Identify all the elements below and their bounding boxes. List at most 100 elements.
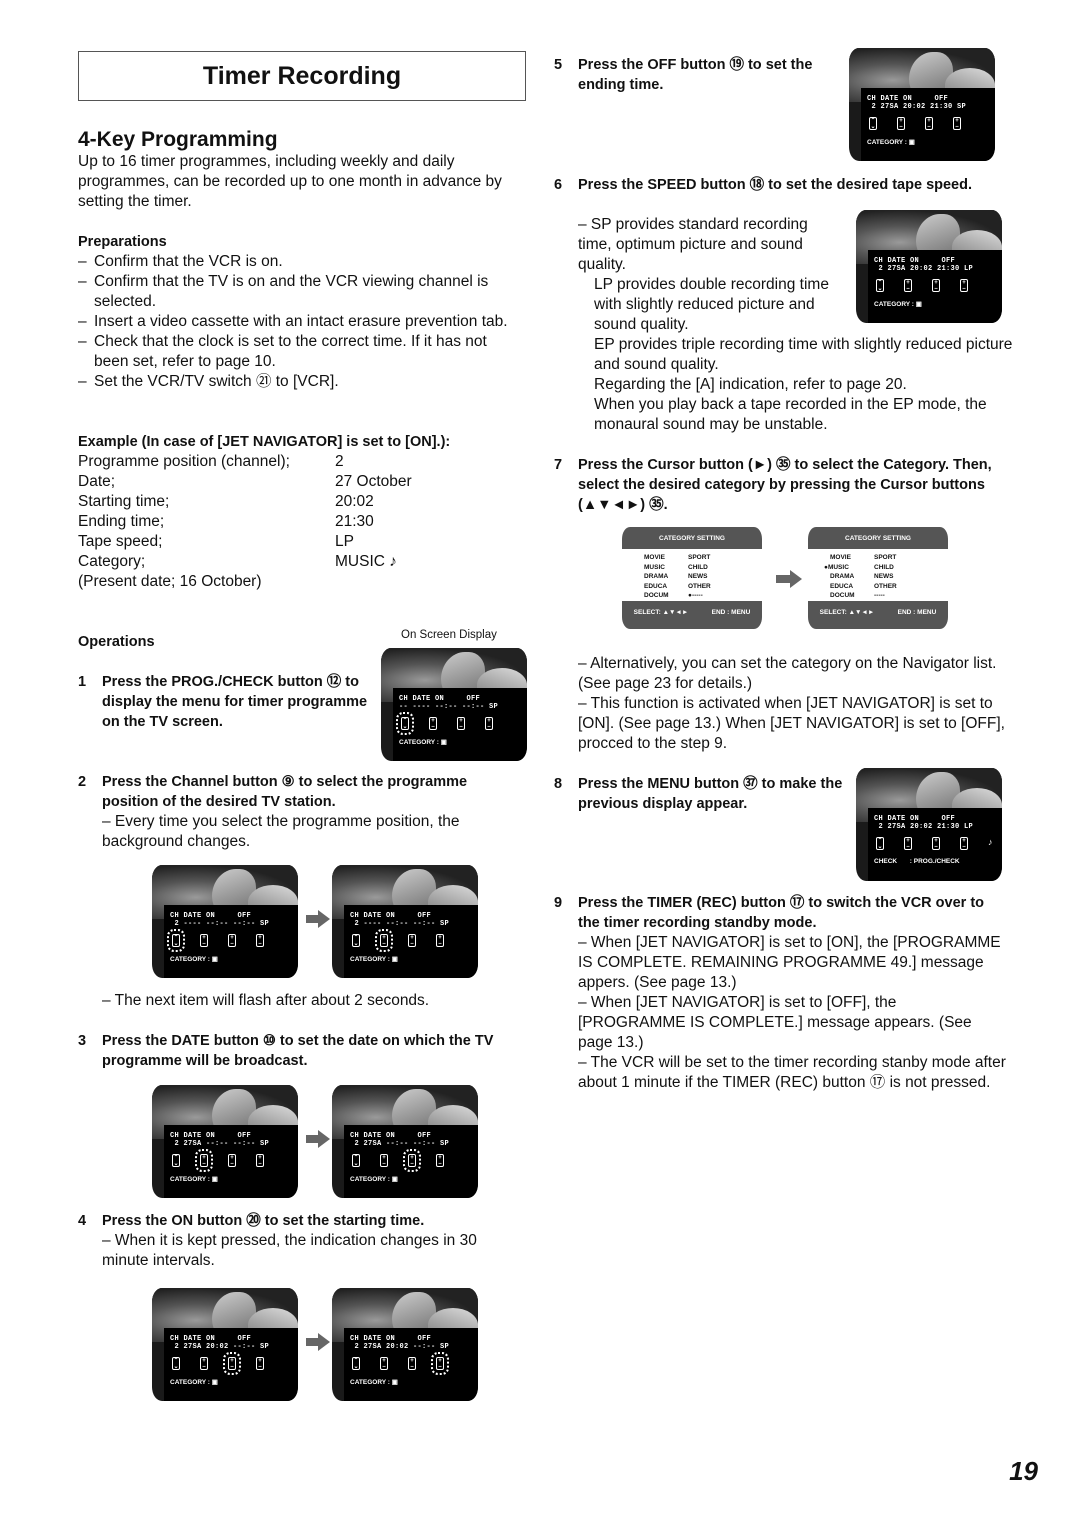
tv-screen-s2a: CH DATE ON OFF 2 ---- --:-- --:-- SP ⌃ ⌄ +… — [152, 865, 298, 978]
arrow-right-icon — [306, 1333, 330, 1351]
category-icon: ▣ — [211, 1379, 218, 1386]
plus-minus-key-icon: + – — [408, 934, 416, 947]
step-6-a: Regarding the [A] indication, refer to p… — [594, 376, 907, 393]
step-2-note-2: – The next item will flash after about 2… — [102, 992, 430, 1009]
step-6-ep: EP provides triple recording time with s… — [594, 336, 1013, 373]
category-item: CHILD — [688, 563, 708, 571]
category-item: DOCUM — [830, 592, 855, 600]
step-text: Press the OFF button ⑲ to set the ending… — [578, 57, 813, 93]
category-item: ----- — [874, 592, 885, 600]
tv-screen-s4b: CH DATE ON OFF 2 27SA 20:02 --:-- SP ⌃ ⌄ +… — [332, 1288, 478, 1401]
end-label: END : MENU — [711, 609, 751, 616]
tv-screen-s3b: CH DATE ON OFF 2 27SA --:-- --:-- SP ⌃ ⌄ +… — [332, 1085, 478, 1198]
category-grid: MOVIE SPORT ●MUSIC CHILD DRAMA NEWS EDUCA OT… — [808, 549, 948, 601]
step-number: 9 — [554, 895, 563, 911]
step-text: Press the Cursor button (►) ㉟ to select … — [578, 457, 992, 513]
category-item: MUSIC — [644, 563, 665, 571]
channel-key-icon: ⌃ ⌄ — [352, 1357, 360, 1370]
plus-minus-key-icon: + – — [904, 837, 912, 850]
step-number: 7 — [554, 457, 563, 473]
arrow-right-icon — [306, 1130, 330, 1148]
category-item: CHILD — [874, 563, 894, 571]
category-label: CATEGORY : — [170, 1379, 210, 1386]
category-item: MOVIE — [644, 554, 665, 561]
osd-values: 2 27SA 20:02 21:30 SP — [867, 103, 967, 111]
preparations-heading: Preparations — [78, 234, 167, 250]
plus-minus-key-icon: + – — [932, 279, 940, 292]
category-item-selected: ●MUSIC — [824, 563, 849, 571]
plus-minus-key-icon: + – — [431, 1352, 449, 1375]
example-key: Tape speed; — [78, 533, 163, 550]
osd-header: CH DATE ON OFF — [350, 1335, 432, 1343]
category-item: SPORT — [688, 554, 711, 561]
category-item: OTHER — [688, 582, 711, 590]
osd-footer: CATEGORY : ▣ — [399, 738, 527, 746]
example-value: 27 October — [335, 473, 412, 490]
list-item: – Set the VCR/TV switch ㉑ to [VCR]. — [78, 373, 339, 390]
arrow-right-icon — [776, 570, 802, 588]
item-text: Confirm that the VCR is on. — [94, 253, 283, 270]
step-text: Press the TIMER (REC) button ⑰ to switch… — [578, 895, 985, 931]
step-6-mono: When you play back a tape recorded in th… — [594, 396, 987, 433]
plus-minus-key-icon: + – — [932, 837, 940, 850]
category-label: CATEGORY : — [867, 139, 907, 146]
page-title: Timer Recording — [78, 51, 526, 101]
category-item: DRAMA — [830, 573, 855, 581]
example-row: Programme position (channel); 2 — [78, 452, 412, 472]
osd-panel: CH DATE ON OFF 2 27SA 20:02 21:30 LP ⌃ ⌄ +… — [868, 250, 1002, 323]
channel-key-icon: ⌃ ⌄ — [876, 837, 884, 850]
step-text: Press the Channel button ⑨ to select the… — [102, 774, 468, 810]
plus-minus-key-icon: + – — [457, 717, 465, 730]
plus-minus-key-icon: + – — [960, 279, 968, 292]
step-text: Press the SPEED button ⑱ to set the desi… — [578, 177, 973, 193]
category-item: MUSIC — [827, 563, 849, 571]
example-row: Ending time; 21:30 — [78, 512, 412, 532]
item-text: Check that the clock is set to the corre… — [94, 333, 487, 370]
channel-key-icon: ⌃ ⌄ — [352, 934, 360, 947]
example-key: Programme position (channel); — [78, 453, 290, 470]
plus-minus-key-icon: + – — [228, 1154, 236, 1167]
plus-minus-key-icon: + – — [960, 837, 968, 850]
osd-footer: CATEGORY : ▣ — [350, 955, 478, 963]
osd-footer: CATEGORY : ▣ — [874, 300, 1002, 308]
osd-panel: CH DATE ON OFF 2 27SA 20:02 21:30 SP ⌃ ⌄ +… — [861, 88, 995, 161]
osd-values: -- ---- --:-- --:-- SP — [399, 703, 499, 711]
category-item: SPORT — [874, 554, 897, 561]
osd-keys: ⌃ ⌄ + – + – + – — [876, 279, 1002, 292]
category-icon: ▣ — [908, 139, 915, 146]
step-text: Press the ON button ⑳ to set the startin… — [102, 1213, 425, 1229]
category-icon: ▣ — [915, 301, 922, 308]
plus-minus-key-icon: + – — [408, 1357, 416, 1370]
osd-panel: CH DATE ON OFF -- ---- --:-- --:-- SP ⌃ ⌄… — [393, 688, 527, 761]
step-number: 5 — [554, 57, 563, 73]
plus-minus-key-icon: + – — [380, 1154, 388, 1167]
plus-minus-key-icon: + – — [200, 934, 208, 947]
example-value: MUSIC ♪ — [335, 553, 397, 570]
end-label: END : MENU — [897, 609, 937, 616]
example-note: (Present date; 16 October) — [78, 572, 412, 592]
item-text: Insert a video cassette with an intact e… — [94, 313, 508, 330]
select-label: SELECT: ▲▼◄► — [819, 609, 875, 616]
osd-keys: ⌃ ⌄ + – + – + – — [396, 712, 527, 735]
example-table: Programme position (channel); 2 Date; 27 O… — [78, 452, 412, 592]
arrow-right-icon — [306, 910, 330, 928]
plus-minus-key-icon: + – — [436, 1154, 444, 1167]
category-item: DRAMA — [644, 573, 669, 581]
step-text: Press the MENU button ㊲ to make the prev… — [578, 776, 843, 812]
osd-caption: On Screen Display — [401, 629, 497, 641]
category-title: CATEGORY SETTING — [659, 535, 725, 542]
step-3: 3 Press the DATE button ⑩ to set the date… — [78, 1031, 523, 1071]
plus-minus-key-icon: + – — [429, 717, 437, 730]
category-label: CATEGORY : — [170, 1176, 210, 1183]
tv-screen-s2b: CH DATE ON OFF 2 ---- --:-- --:-- SP ⌃ ⌄ +… — [332, 865, 478, 978]
tv-screen-s6: CH DATE ON OFF 2 27SA 20:02 21:30 LP ⌃ ⌄ +… — [856, 210, 1002, 323]
plus-minus-key-icon: + – — [380, 1357, 388, 1370]
osd-values: 2 27SA 20:02 --:-- SP — [170, 1343, 270, 1351]
step-text: Press the PROG./CHECK button ⑫ to displa… — [102, 674, 368, 730]
plus-minus-key-icon: + – — [925, 117, 933, 130]
category-label: CATEGORY : — [350, 1176, 390, 1183]
osd-header: CH DATE ON OFF — [350, 1132, 432, 1140]
category-icon: ▣ — [440, 739, 447, 746]
intro-text: Up to 16 timer programmes, including wee… — [78, 153, 502, 210]
category-setting-screen-before: CATEGORY SETTING MOVIE SPORT MUSIC CHILD D… — [622, 527, 762, 629]
